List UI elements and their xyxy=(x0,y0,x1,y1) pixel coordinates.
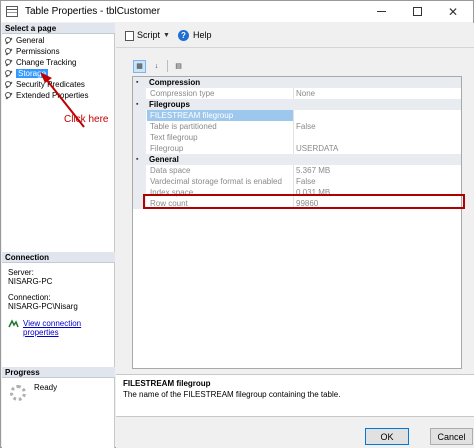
column-divider xyxy=(293,121,294,132)
property-name: Data space xyxy=(150,166,191,175)
category-compression[interactable]: ▪ Compression xyxy=(133,77,461,88)
property-row[interactable]: Data space 5.367 MB xyxy=(133,165,461,176)
property-row[interactable]: Compression type None xyxy=(133,88,461,99)
column-divider xyxy=(293,110,294,121)
help-button[interactable]: ? Help xyxy=(177,29,212,41)
property-row[interactable]: Table is partitioned False xyxy=(133,121,461,132)
minimize-button[interactable] xyxy=(363,1,399,22)
script-button[interactable]: Script ▼ xyxy=(124,30,170,41)
property-name: Text filegroup xyxy=(150,133,198,142)
property-name: Table is partitioned xyxy=(150,122,217,131)
row-gutter xyxy=(133,143,146,154)
grid-toolbar-separator xyxy=(167,60,168,72)
maximize-icon xyxy=(412,7,422,16)
connection-header: Connection xyxy=(2,252,115,263)
property-row[interactable]: Filegroup USERDATA xyxy=(133,143,461,154)
left-pane: Select a page General Permissions Change… xyxy=(2,23,115,448)
property-name: Compression type xyxy=(150,89,215,98)
close-icon: ✕ xyxy=(447,4,459,19)
column-divider xyxy=(293,165,294,176)
property-value: None xyxy=(296,89,316,98)
progress-spinner-icon xyxy=(10,385,26,401)
property-value: False xyxy=(296,177,316,186)
toolbar: Script ▼ ? Help xyxy=(124,26,219,44)
collapse-icon[interactable]: ▪ xyxy=(136,77,138,88)
category-label: Filegroups xyxy=(149,100,190,109)
help-label: Help xyxy=(192,30,212,40)
property-value: USERDATA xyxy=(296,144,339,153)
row-count-highlight xyxy=(143,194,465,209)
help-icon: ? xyxy=(177,29,189,41)
collapse-icon[interactable]: ▪ xyxy=(136,99,138,110)
property-value: 5.367 MB xyxy=(296,166,331,175)
script-label: Script xyxy=(137,30,161,40)
column-divider xyxy=(293,132,294,143)
connection-value: NISARG-PC\Nisarg xyxy=(8,302,78,311)
connection-label: Connection: xyxy=(8,293,51,302)
column-divider xyxy=(293,88,294,99)
property-value: False xyxy=(296,122,316,131)
property-row[interactable]: FILESTREAM filegroup xyxy=(133,110,461,121)
categorized-button[interactable]: ▦ xyxy=(133,59,146,73)
alphabetical-button[interactable]: ↓ xyxy=(150,60,163,73)
server-label: Server: xyxy=(8,268,34,277)
table-properties-window: Table Properties - tblCustomer ✕ Select … xyxy=(0,0,474,448)
ok-button[interactable]: OK xyxy=(365,428,409,445)
view-connection-properties-link[interactable]: View connection properties xyxy=(23,319,114,337)
row-gutter xyxy=(133,176,146,187)
sort-az-icon: ↓ xyxy=(154,62,159,70)
category-general[interactable]: ▪ General xyxy=(133,154,461,165)
server-value: NISARG-PC xyxy=(8,277,53,286)
window-title: Table Properties - tblCustomer xyxy=(25,6,161,17)
category-label: Compression xyxy=(149,78,201,87)
collapse-icon[interactable]: ▪ xyxy=(136,154,138,165)
categorized-icon: ▦ xyxy=(136,63,143,70)
description-text: The name of the FILESTREAM filegroup con… xyxy=(123,390,341,399)
category-filegroups[interactable]: ▪ Filegroups xyxy=(133,99,461,110)
script-icon xyxy=(124,30,134,41)
row-gutter xyxy=(133,110,146,121)
click-here-annotation: Click here xyxy=(64,114,109,125)
row-gutter xyxy=(133,121,146,132)
maximize-button[interactable] xyxy=(399,1,435,22)
property-name: FILESTREAM filegroup xyxy=(147,110,293,121)
property-grid: ▪ Compression Compression type None ▪ Fi… xyxy=(132,76,462,369)
title-bar: Table Properties - tblCustomer ✕ xyxy=(1,1,473,22)
cancel-button[interactable]: Cancel xyxy=(430,428,473,445)
progress-header: Progress xyxy=(2,367,115,378)
property-row[interactable]: Text filegroup xyxy=(133,132,461,143)
column-divider xyxy=(293,176,294,187)
annotation-arrow-icon xyxy=(40,72,85,128)
close-button[interactable]: ✕ xyxy=(435,1,471,22)
property-row[interactable]: Vardecimal storage format is enabled Fal… xyxy=(133,176,461,187)
row-gutter xyxy=(133,132,146,143)
right-pane: Script ▼ ? Help ▦ ↓ ▤ ▪ Compression Comp… xyxy=(116,23,474,448)
progress-status: Ready xyxy=(34,383,58,392)
minimize-icon xyxy=(376,11,386,12)
row-gutter xyxy=(133,88,146,99)
toolbar-separator xyxy=(116,47,474,48)
property-name: Filegroup xyxy=(150,144,184,153)
description-title: FILESTREAM filegroup xyxy=(123,379,211,388)
property-pages-icon: ▤ xyxy=(175,63,182,70)
description-pane: FILESTREAM filegroup The name of the FIL… xyxy=(116,374,474,417)
table-icon xyxy=(6,6,18,17)
category-label: General xyxy=(149,155,179,164)
property-name: Vardecimal storage format is enabled xyxy=(150,177,282,186)
property-pages-button[interactable]: ▤ xyxy=(172,60,185,73)
row-gutter xyxy=(133,165,146,176)
connection-properties-icon xyxy=(8,319,19,328)
chevron-down-icon: ▼ xyxy=(163,31,170,39)
grid-toolbar: ▦ ↓ ▤ xyxy=(133,59,189,73)
column-divider xyxy=(293,143,294,154)
